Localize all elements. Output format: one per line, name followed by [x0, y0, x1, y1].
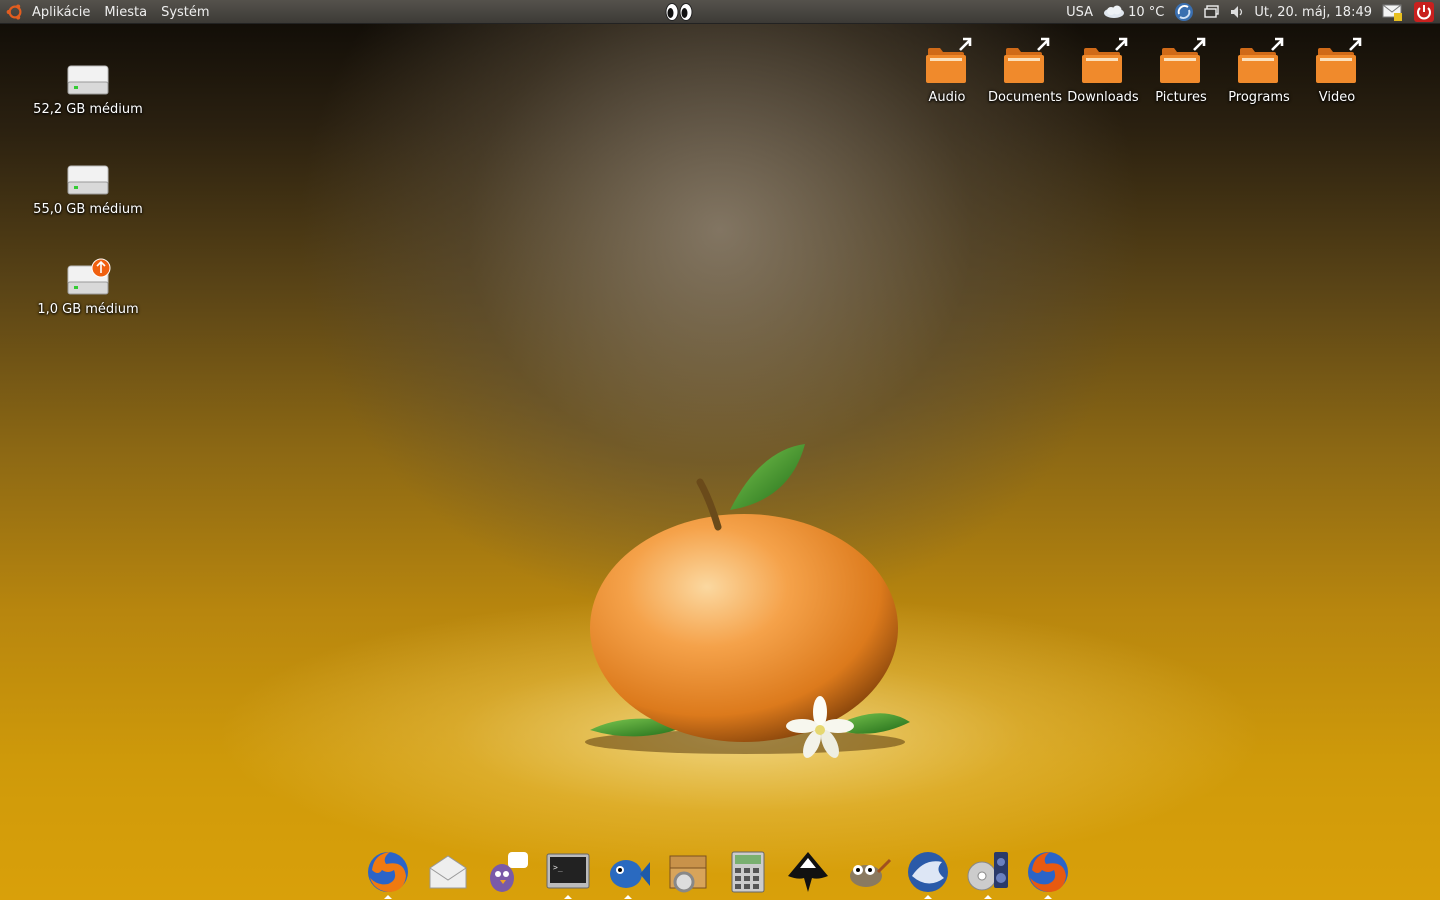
running-indicator [1044, 895, 1052, 899]
media-player-icon [967, 852, 1008, 891]
cloud-icon [1104, 5, 1125, 18]
dock-item-gimp[interactable] [838, 844, 898, 900]
running-indicator [564, 895, 572, 899]
folder-label: Documents [987, 90, 1063, 105]
gimp-icon [850, 858, 892, 887]
dock-item-pidgin[interactable] [478, 844, 538, 900]
dock-item-terminal[interactable]: >_ [538, 844, 598, 900]
dock-item-fish[interactable] [598, 844, 658, 900]
folder-documents[interactable]: Documents [985, 36, 1065, 105]
firefox-alt-icon [1028, 852, 1068, 892]
panel-tray: USA 10 °C Ut, 20. máj, 18:49 [1056, 0, 1434, 24]
folder-downloads[interactable]: Downloads [1063, 36, 1143, 105]
svg-text:>_: >_ [553, 863, 563, 872]
menu-places[interactable]: Miesta [104, 5, 147, 20]
pidgin-icon [490, 852, 528, 892]
drive-label: 52,2 GB médium [33, 102, 143, 117]
calculator-icon [731, 851, 765, 893]
folder-label: Audio [928, 90, 966, 105]
eyes-applet[interactable] [664, 2, 694, 26]
dock-item-media-player[interactable] [958, 844, 1018, 900]
folder-link-icon [1160, 37, 1206, 83]
hard-drive-icon [67, 65, 109, 95]
menu-system[interactable]: Systém [161, 5, 209, 20]
weather-temperature: 10 °C [1128, 4, 1165, 20]
running-indicator [924, 895, 932, 899]
top-panel: Aplikácie Miesta Systém USA 10 °C Ut, 20… [0, 0, 1440, 24]
eyes-icon [665, 3, 693, 21]
drive-2[interactable]: 55,0 GB médium [18, 152, 158, 217]
volume-icon[interactable] [1230, 5, 1244, 19]
folder-label: Pictures [1155, 90, 1207, 105]
dock-item-inkscape[interactable] [778, 844, 838, 900]
fish-icon [610, 860, 650, 888]
drive-3[interactable]: 1,0 GB médium [18, 252, 158, 317]
folder-label: Programs [1228, 90, 1290, 105]
power-icon[interactable] [1414, 2, 1434, 22]
folder-programs[interactable]: Programs [1219, 36, 1299, 105]
folder-link-icon [926, 37, 972, 83]
window-list-icon[interactable] [1204, 5, 1220, 19]
folder-label: Video [1318, 90, 1356, 105]
application-dock: >_ [358, 843, 1078, 900]
keyboard-layout-indicator[interactable]: USA [1066, 5, 1093, 20]
folder-audio[interactable]: Audio [907, 36, 987, 105]
dock-item-firefox-alt[interactable] [1018, 844, 1078, 900]
inkscape-icon [788, 852, 828, 892]
dock-item-calculator[interactable] [718, 844, 778, 900]
folder-label: Downloads [1067, 90, 1139, 105]
panel-menus: Aplikácie Miesta Systém [6, 0, 224, 24]
hard-drive-icon [67, 165, 109, 195]
drive-label: 1,0 GB médium [37, 302, 139, 317]
folder-video[interactable]: Video [1297, 36, 1377, 105]
folder-link-icon [1082, 37, 1128, 83]
dock-item-package-manager[interactable] [658, 844, 718, 900]
mail-icon [429, 855, 467, 889]
dock-item-firefox[interactable] [358, 844, 418, 900]
dock-item-thunderbird[interactable] [898, 844, 958, 900]
clock[interactable]: Ut, 20. máj, 18:49 [1254, 5, 1372, 20]
tangerine-wallpaper-art [585, 444, 910, 758]
drive-1[interactable]: 52,2 GB médium [18, 52, 158, 117]
running-indicator [624, 895, 632, 899]
ubuntu-logo-icon[interactable] [6, 3, 24, 21]
running-indicator [984, 895, 992, 899]
mail-notification-icon[interactable] [1382, 2, 1404, 22]
drive-label: 55,0 GB médium [33, 202, 143, 217]
dock-item-mail[interactable] [418, 844, 478, 900]
package-manager-icon [669, 855, 707, 893]
weather-applet[interactable]: 10 °C [1103, 5, 1164, 20]
thunderbird-icon [908, 852, 948, 892]
folder-link-icon [1238, 37, 1284, 83]
firefox-icon [368, 852, 408, 892]
terminal-icon: >_ [546, 853, 590, 889]
folder-link-icon [1004, 37, 1050, 83]
running-indicator [384, 895, 392, 899]
folder-link-icon [1316, 37, 1362, 83]
menu-applications[interactable]: Aplikácie [32, 5, 90, 20]
folder-pictures[interactable]: Pictures [1141, 36, 1221, 105]
usb-drive-icon [67, 258, 111, 295]
update-notifier-icon[interactable] [1174, 2, 1194, 22]
